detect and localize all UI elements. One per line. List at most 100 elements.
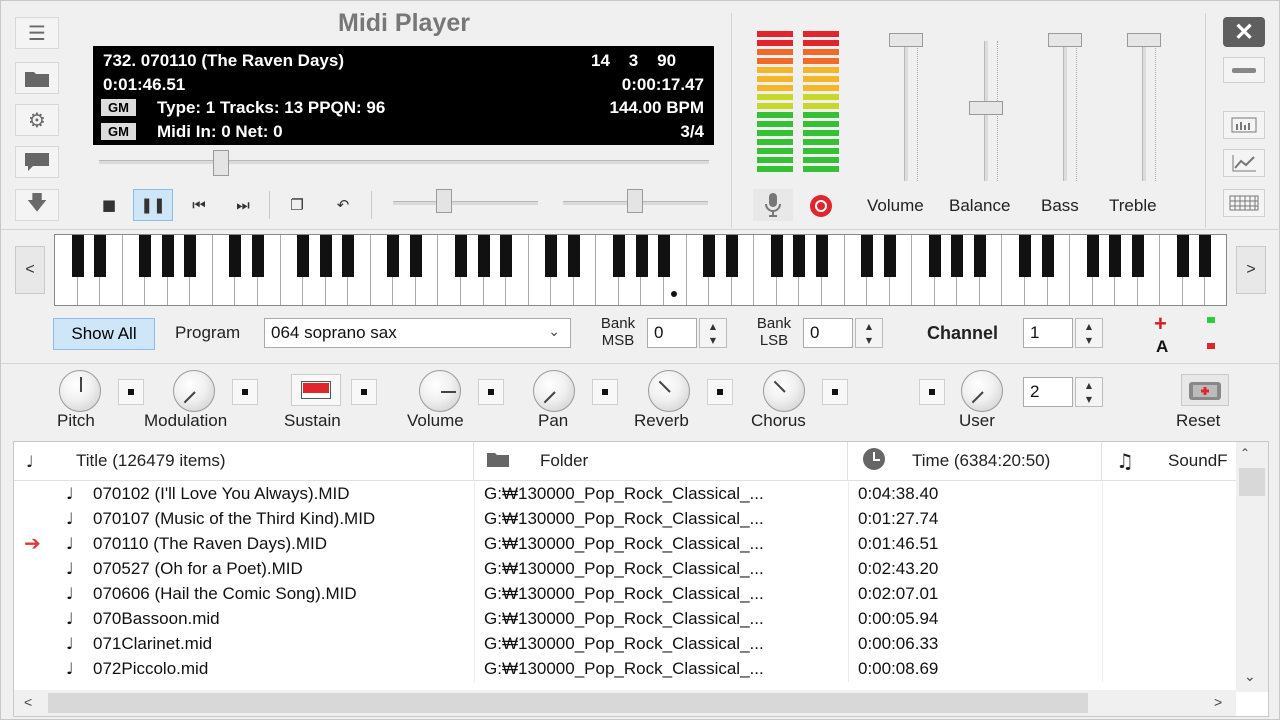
- grid-icon[interactable]: [1223, 189, 1265, 217]
- black-key[interactable]: [951, 235, 964, 277]
- scroll-left-icon[interactable]: <: [24, 694, 32, 710]
- black-key[interactable]: [1041, 235, 1054, 277]
- treble-slider[interactable]: [1142, 41, 1146, 181]
- table-row[interactable]: ♩ 070527 (Oh for a Poet).MID G:₩130000_Pop…: [14, 557, 1236, 582]
- pitch-slider-thumb[interactable]: [627, 189, 643, 213]
- black-key[interactable]: [342, 235, 355, 277]
- black-key[interactable]: [567, 235, 580, 277]
- black-key[interactable]: [545, 235, 558, 277]
- a-button[interactable]: A: [1156, 337, 1168, 357]
- bank-lsb-input[interactable]: 0: [803, 318, 853, 348]
- scroll-up-icon[interactable]: ⌃: [1240, 446, 1250, 460]
- position-slider-thumb[interactable]: [213, 150, 229, 176]
- column-header-time[interactable]: Time (6384:20:50): [848, 442, 1102, 480]
- pan-knob[interactable]: [533, 370, 575, 412]
- arrow-down-icon[interactable]: 🡇: [15, 189, 59, 221]
- channel-stepper[interactable]: ▲ ▼: [1075, 318, 1103, 348]
- scroll-right-icon[interactable]: >: [1214, 694, 1222, 710]
- black-key[interactable]: [1199, 235, 1212, 277]
- volume-knob[interactable]: [419, 370, 461, 412]
- black-key[interactable]: [409, 235, 422, 277]
- bank-msb-input[interactable]: 0: [647, 318, 697, 348]
- minimize-icon[interactable]: [1223, 57, 1265, 83]
- black-key[interactable]: [229, 235, 242, 277]
- black-key[interactable]: [1176, 235, 1189, 277]
- bass-slider[interactable]: [1063, 41, 1067, 181]
- black-key[interactable]: [928, 235, 941, 277]
- channel-input[interactable]: 1: [1023, 318, 1073, 348]
- black-key[interactable]: [1018, 235, 1031, 277]
- reset-icon[interactable]: [1181, 374, 1229, 406]
- user-controller-stepper[interactable]: ▲ ▼: [1075, 377, 1103, 407]
- black-key[interactable]: [500, 235, 513, 277]
- black-key[interactable]: [861, 235, 874, 277]
- speed-slider-thumb[interactable]: [436, 189, 452, 213]
- folder-icon[interactable]: [15, 62, 59, 94]
- repeat-icon[interactable]: ↶: [323, 189, 363, 221]
- black-key[interactable]: [883, 235, 896, 277]
- black-key[interactable]: [477, 235, 490, 277]
- window-icon[interactable]: ❐: [277, 189, 317, 221]
- table-row[interactable]: ♩ 070107 (Music of the Third Kind).MID G:₩…: [14, 507, 1236, 532]
- previous-icon[interactable]: ⏮: [179, 189, 219, 221]
- volume-slider[interactable]: [904, 41, 908, 181]
- horizontal-scrollbar[interactable]: < >: [14, 690, 1236, 716]
- table-row[interactable]: ♩ 070606 (Hail the Comic Song).MID G:₩1300…: [14, 582, 1236, 607]
- black-key[interactable]: [703, 235, 716, 277]
- volume-slider-thumb[interactable]: [889, 33, 923, 47]
- sustain-toggle[interactable]: [351, 379, 377, 405]
- black-key[interactable]: [94, 235, 107, 277]
- record-icon[interactable]: [801, 191, 841, 221]
- equalizer-icon[interactable]: [1223, 111, 1265, 139]
- black-key[interactable]: [297, 235, 310, 277]
- bass-slider-thumb[interactable]: [1048, 33, 1082, 47]
- column-header-folder[interactable]: Folder: [474, 442, 848, 480]
- chorus-knob[interactable]: [763, 370, 805, 412]
- playlist-table[interactable]: ♩ Title (126479 items) Folder Time (6384…: [13, 441, 1269, 717]
- pitch-toggle[interactable]: [118, 379, 144, 405]
- column-header-soundfont[interactable]: ♫ SoundF: [1102, 442, 1242, 480]
- menu-icon[interactable]: ☰: [15, 17, 59, 49]
- black-key[interactable]: [635, 235, 648, 277]
- column-header-title[interactable]: ♩ Title (126479 items): [14, 442, 474, 480]
- program-select[interactable]: 064 soprano sax ⌄: [264, 318, 571, 348]
- treble-slider-thumb[interactable]: [1127, 33, 1161, 47]
- sustain-pedal-icon[interactable]: [291, 374, 341, 406]
- next-icon[interactable]: ⏭: [223, 189, 263, 221]
- piano-scroll-right-button[interactable]: >: [1236, 246, 1266, 294]
- table-row[interactable]: ♩ 070102 (I'll Love You Always).MID G:₩130…: [14, 482, 1236, 507]
- black-key[interactable]: [658, 235, 671, 277]
- close-icon[interactable]: ✕: [1223, 17, 1265, 47]
- gear-icon[interactable]: ⚙: [15, 104, 59, 136]
- add-icon[interactable]: +: [1154, 311, 1167, 337]
- volume-toggle[interactable]: [478, 379, 504, 405]
- balance-slider-thumb[interactable]: [969, 101, 1003, 115]
- modulation-toggle[interactable]: [232, 379, 258, 405]
- show-all-button[interactable]: Show All: [53, 318, 155, 350]
- table-row[interactable]: ♩ 071Clarinet.mid G:₩130000_Pop_Rock_Class…: [14, 632, 1236, 657]
- user-knob[interactable]: [961, 370, 1003, 412]
- black-key[interactable]: [815, 235, 828, 277]
- bank-msb-stepper[interactable]: ▲ ▼: [699, 318, 727, 348]
- stop-icon[interactable]: ■: [89, 189, 129, 221]
- black-key[interactable]: [725, 235, 738, 277]
- table-row[interactable]: ➔ ♩ 070110 (The Raven Days).MID G:₩130000_P…: [14, 531, 1236, 557]
- scroll-down-icon[interactable]: ⌄: [1244, 668, 1256, 685]
- speed-slider[interactable]: [393, 201, 538, 205]
- black-key[interactable]: [252, 235, 265, 277]
- reverb-knob[interactable]: [648, 370, 690, 412]
- black-key[interactable]: [161, 235, 174, 277]
- table-row[interactable]: ♩ 070Bassoon.mid G:₩130000_Pop_Rock_Classi…: [14, 607, 1236, 632]
- graph-icon[interactable]: [1223, 149, 1265, 177]
- position-slider[interactable]: [99, 160, 709, 164]
- microphone-icon[interactable]: [753, 189, 793, 221]
- pitch-knob[interactable]: [59, 370, 101, 412]
- chorus-toggle[interactable]: [822, 379, 848, 405]
- black-key[interactable]: [139, 235, 152, 277]
- black-key[interactable]: [612, 235, 625, 277]
- black-key[interactable]: [387, 235, 400, 277]
- pan-toggle[interactable]: [592, 379, 618, 405]
- black-key[interactable]: [455, 235, 468, 277]
- black-key[interactable]: [1109, 235, 1122, 277]
- black-key[interactable]: [71, 235, 84, 277]
